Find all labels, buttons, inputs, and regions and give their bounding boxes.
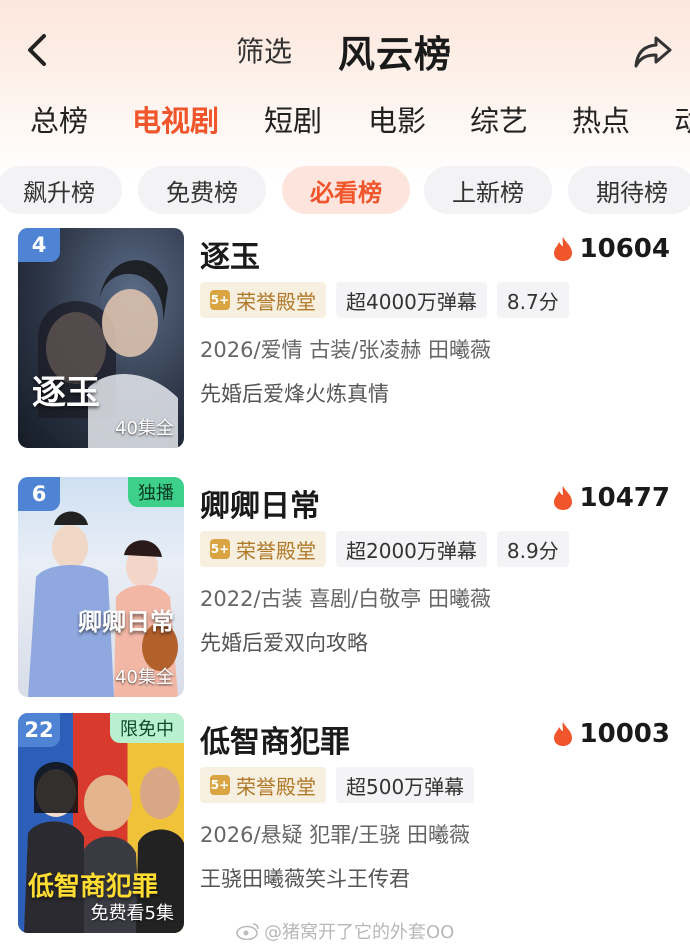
- show-meta: 2022/古装 喜剧/白敬亭 田曦薇: [200, 587, 491, 611]
- show-description: 王骁田曦薇笑斗王传君: [200, 867, 410, 891]
- poster-image[interactable]: 22 限免中 低智商犯罪 免费看5集: [18, 713, 184, 933]
- honor-badge-icon: 5+: [210, 290, 230, 310]
- show-title[interactable]: 逐玉: [200, 232, 260, 276]
- share-icon: [634, 36, 672, 68]
- heat-score: 10003: [552, 719, 670, 749]
- tab-sub-must-watch[interactable]: 必看榜: [282, 166, 410, 214]
- tab-sub-expected[interactable]: 期待榜: [568, 166, 690, 214]
- flame-icon: [553, 237, 572, 261]
- chevron-left-icon: [28, 34, 46, 66]
- score-tag: 8.9分: [496, 531, 569, 567]
- honor-badge-icon: 5+: [210, 775, 230, 795]
- honor-label: 荣誉殿堂: [236, 538, 316, 563]
- sub-tabs: 飙升榜 免费榜 必看榜 上新榜 期待榜: [0, 166, 690, 216]
- tab-sub-free[interactable]: 免费榜: [138, 166, 266, 214]
- episode-count: 40集全: [115, 418, 174, 439]
- poster-title: 低智商犯罪: [28, 872, 159, 902]
- rank-badge: 22: [18, 713, 60, 747]
- tag-row: 5+ 荣誉殿堂 超2000万弹幕 8.9分: [200, 531, 579, 567]
- poster-title: 卿卿日常: [78, 607, 174, 636]
- flame-icon: [553, 722, 572, 746]
- heat-value: 10477: [579, 483, 670, 513]
- poster-image[interactable]: 4 逐玉 40集全: [18, 228, 184, 448]
- poster-title: 逐玉: [32, 373, 100, 413]
- back-button[interactable]: [18, 28, 58, 72]
- honor-tag: 5+ 荣誉殿堂: [200, 767, 326, 803]
- danmaku-tag: 超500万弹幕: [336, 767, 475, 803]
- tag-row: 5+ 荣誉殿堂 超500万弹幕: [200, 767, 484, 803]
- episode-count: 免费看5集: [90, 903, 174, 924]
- category-tabs: 总榜 电视剧 短剧 电影 综艺 热点 动: [0, 98, 690, 148]
- tab-category-anime[interactable]: 动: [674, 98, 690, 140]
- filter-button[interactable]: 筛选: [236, 30, 292, 70]
- tab-category-short[interactable]: 短剧: [264, 98, 322, 140]
- tab-sub-new[interactable]: 上新榜: [424, 166, 552, 214]
- watermark: @猪窝开了它的外套OO: [236, 918, 454, 944]
- episode-count: 40集全: [115, 667, 174, 688]
- rank-badge: 4: [18, 228, 60, 262]
- exclusive-badge: 独播: [128, 477, 184, 507]
- heat-value: 10604: [579, 234, 670, 264]
- heat-score: 10477: [552, 483, 670, 513]
- score-tag: 8.7分: [496, 282, 569, 318]
- tab-sub-rising[interactable]: 飙升榜: [0, 166, 122, 214]
- poster-image[interactable]: 6 独播 卿卿日常 40集全: [18, 477, 184, 697]
- flame-icon: [553, 486, 572, 510]
- honor-label: 荣誉殿堂: [236, 289, 316, 314]
- tab-category-all[interactable]: 总榜: [30, 98, 88, 140]
- show-title[interactable]: 卿卿日常: [200, 481, 320, 525]
- danmaku-tag: 超4000万弹幕: [336, 282, 487, 318]
- show-meta: 2026/悬疑 犯罪/王骁 田曦薇: [200, 823, 470, 847]
- share-button[interactable]: [632, 32, 674, 72]
- show-title[interactable]: 低智商犯罪: [200, 717, 350, 761]
- honor-tag: 5+ 荣誉殿堂: [200, 531, 326, 567]
- heat-value: 10003: [579, 719, 670, 749]
- show-description: 先婚后爱双向攻略: [200, 631, 368, 655]
- show-meta: 2026/爱情 古装/张凌赫 田曦薇: [200, 338, 491, 362]
- header: 筛选 风云榜: [0, 0, 690, 100]
- honor-label: 荣誉殿堂: [236, 774, 316, 799]
- honor-badge-icon: 5+: [210, 539, 230, 559]
- tab-category-variety[interactable]: 综艺: [470, 98, 528, 140]
- tab-category-tv[interactable]: 电视剧: [132, 98, 219, 140]
- free-limited-badge: 限免中: [110, 713, 184, 743]
- tab-category-movie[interactable]: 电影: [368, 98, 426, 140]
- rank-badge: 6: [18, 477, 60, 511]
- danmaku-tag: 超2000万弹幕: [336, 531, 487, 567]
- tag-row: 5+ 荣誉殿堂 超4000万弹幕 8.7分: [200, 282, 579, 318]
- watermark-text: @猪窝开了它的外套OO: [264, 922, 455, 943]
- weibo-icon: [236, 923, 259, 940]
- tab-category-hot[interactable]: 热点: [572, 98, 630, 140]
- show-description: 先婚后爱烽火炼真情: [200, 382, 389, 406]
- honor-tag: 5+ 荣誉殿堂: [200, 282, 326, 318]
- page-title: 风云榜: [338, 33, 452, 76]
- heat-score: 10604: [552, 234, 670, 264]
